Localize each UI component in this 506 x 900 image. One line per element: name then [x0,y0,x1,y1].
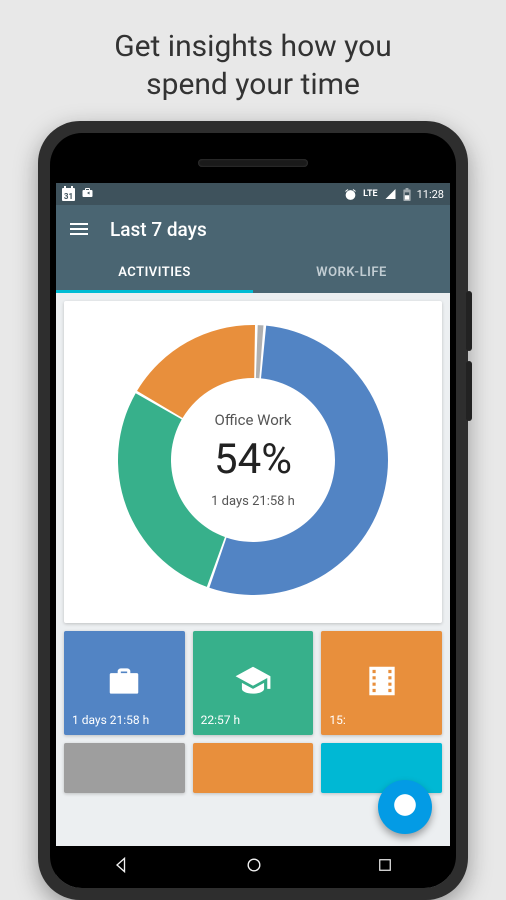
tile-duration: 15: [329,713,434,727]
tab-work-life[interactable]: WORK-LIFE [253,253,450,293]
film-icon [363,662,401,704]
phone-side-button [466,291,472,351]
nav-home-button[interactable] [244,855,264,879]
tab-activities[interactable]: ACTIVITIES [56,253,253,293]
fab-timer-button[interactable] [378,780,432,834]
battery-icon [403,188,411,201]
activity-tiles-row2 [64,743,442,793]
activity-tile-partial-2[interactable] [321,743,442,793]
status-time: 11:28 [417,188,444,201]
calendar-icon: 31 [62,188,75,201]
lte-label: LTE [363,189,378,199]
android-nav-bar [56,846,450,888]
donut-center-percent: 54% [214,435,292,484]
activity-tile-study[interactable]: 22:57 h [193,631,314,735]
phone-frame: 31 LTE 11:28 [38,121,468,900]
donut-center-label: Office Work [215,411,292,429]
alarm-icon [344,188,357,201]
activity-tile-partial-1[interactable] [193,743,314,793]
phone-speaker [198,159,308,167]
tile-duration: 1 days 21:58 h [72,713,177,727]
graduation-icon [234,662,272,704]
content: Office Work 54% 1 days 21:58 h 1 days 21… [56,293,450,801]
activity-tile-office-work[interactable]: 1 days 21:58 h [64,631,185,735]
nav-recent-button[interactable] [376,856,394,878]
app-screen: 31 LTE 11:28 [56,183,450,888]
page-headline: Get insights how you spend your time [114,28,392,103]
clock-icon [392,792,418,822]
nav-back-button[interactable] [112,855,132,879]
menu-icon[interactable] [70,223,88,235]
donut-card: Office Work 54% 1 days 21:58 h [64,301,442,623]
briefcase-icon [105,662,143,704]
activity-tile-movies[interactable]: 15: [321,631,442,735]
signal-icon [384,188,397,200]
donut-center-duration: 1 days 21:58 h [211,494,295,509]
store-icon [81,187,94,202]
app-bar: Last 7 days [56,205,450,253]
activity-tiles: 1 days 21:58 h 22:57 h 15: [64,631,442,735]
phone-side-button [466,361,472,421]
activity-tile-partial-0[interactable] [64,743,185,793]
appbar-title: Last 7 days [110,218,207,241]
tile-duration: 22:57 h [201,713,306,727]
status-bar: 31 LTE 11:28 [56,183,450,205]
tabs: ACTIVITIES WORK-LIFE [56,253,450,293]
